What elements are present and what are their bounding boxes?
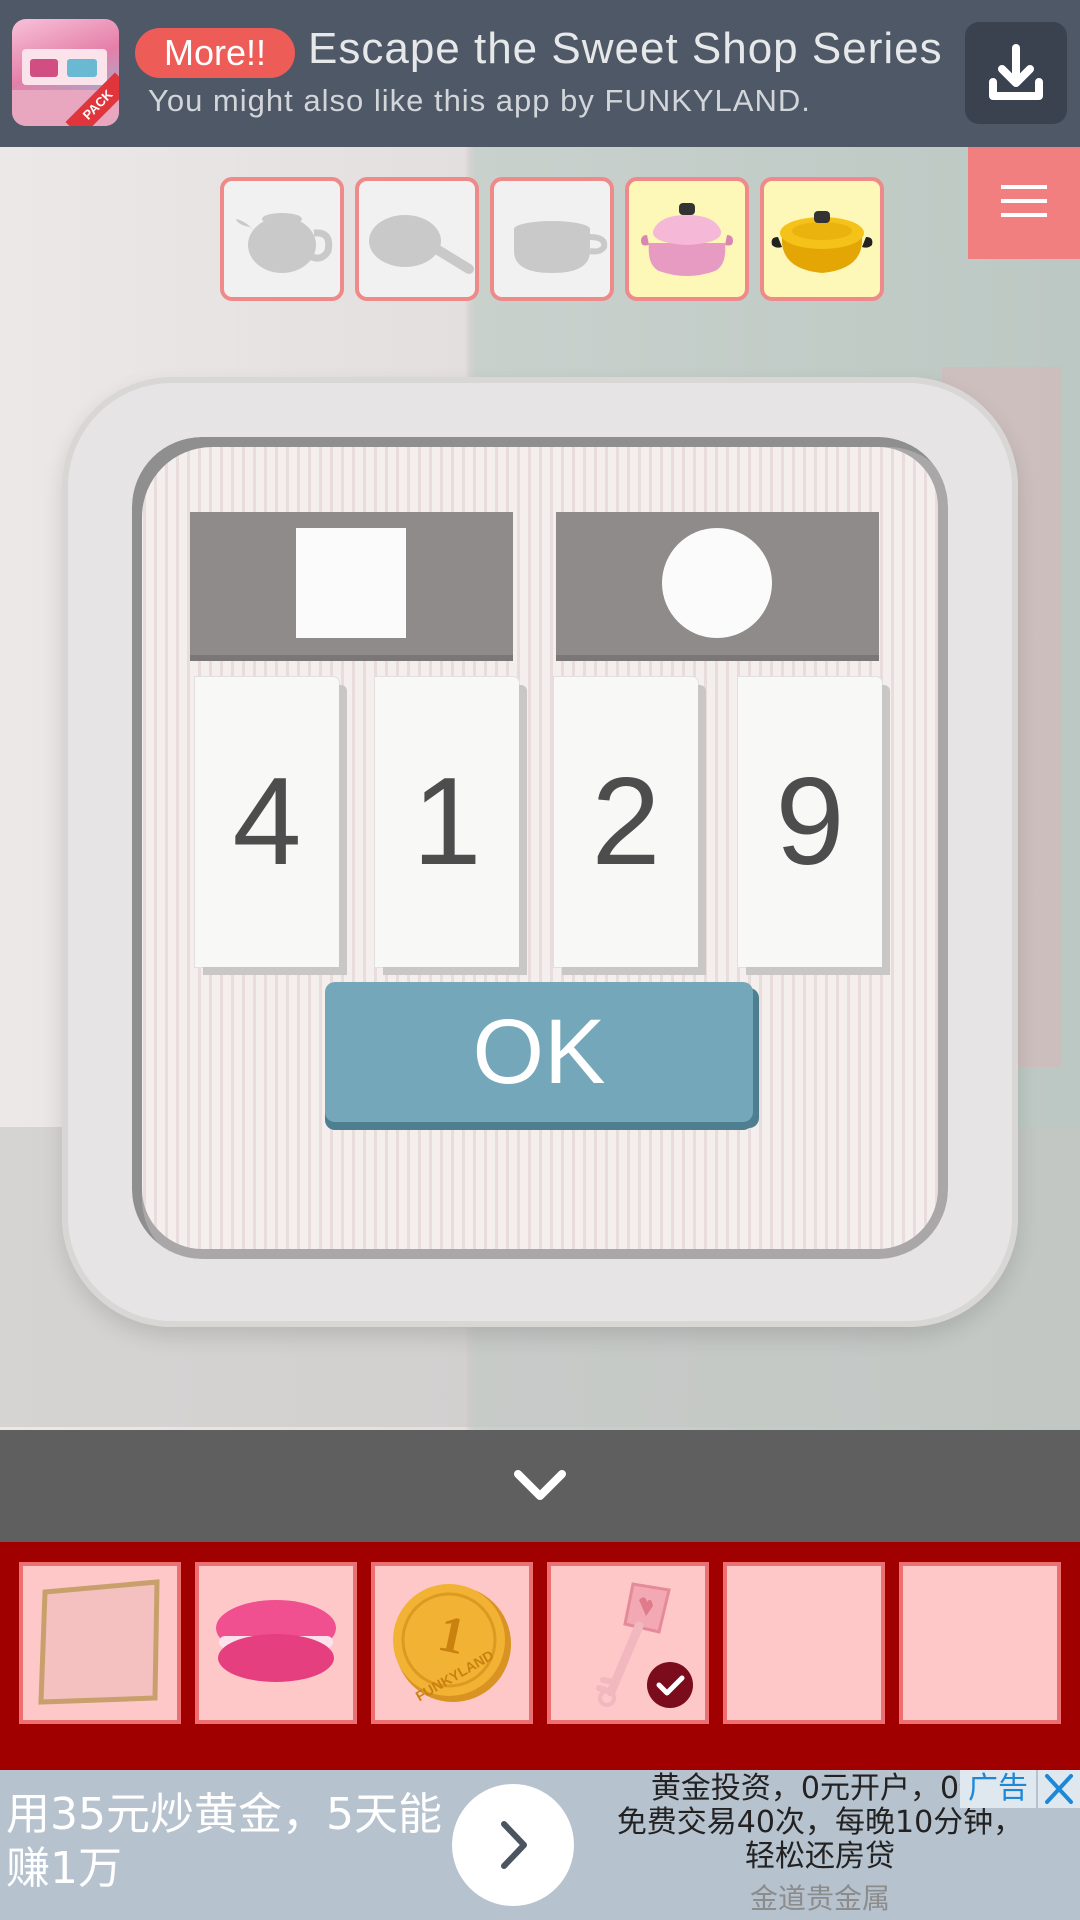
ad-label: 广告 [960, 1770, 1036, 1808]
digit-dial-1[interactable]: 4 [195, 677, 339, 967]
pink-flower-pot-icon [641, 203, 733, 276]
teapot-silhouette-icon [236, 213, 333, 273]
download-button[interactable] [965, 22, 1067, 124]
frying-pan-silhouette-icon [369, 215, 474, 274]
ok-button[interactable]: OK [325, 982, 753, 1122]
pot-silhouette-icon [514, 221, 608, 273]
pink-macaron-icon [216, 1600, 336, 1682]
top-item-slot-frying-pan[interactable] [355, 177, 479, 301]
back-bar[interactable] [0, 1430, 1080, 1542]
ad-body-line-3: 轻松还房贷 [745, 1839, 895, 1874]
chevron-down-icon [514, 1470, 566, 1500]
inventory-slot-macaron[interactable] [195, 1562, 357, 1724]
promo-app-thumbnail[interactable]: PACK [12, 19, 119, 126]
lock-panel: 4 1 2 9 OK [132, 437, 948, 1259]
menu-button[interactable] [968, 147, 1080, 259]
digit-dial-4[interactable]: 9 [738, 677, 882, 967]
symbol-box-right [556, 512, 879, 655]
more-badge[interactable]: More!! [135, 28, 295, 78]
yellow-pot-icon [771, 211, 873, 273]
inventory-bar: 1 FUNKYLAND [0, 1542, 1080, 1770]
inventory-slot-frame[interactable] [19, 1562, 181, 1724]
check-badge-icon [647, 1662, 693, 1708]
pink-frame-icon [38, 1579, 160, 1705]
inventory-slot-coin[interactable]: 1 FUNKYLAND [371, 1562, 533, 1724]
top-item-slot-teapot[interactable] [220, 177, 344, 301]
ad-close-button[interactable] [1038, 1770, 1080, 1808]
ad-headline: 用35元炒黄金，5天能赚1万 [6, 1789, 442, 1894]
promo-title: Escape the Sweet Shop Series [308, 24, 943, 73]
close-icon [1045, 1774, 1073, 1804]
gold-coin-icon: 1 FUNKYLAND [393, 1584, 511, 1704]
hamburger-menu-icon [1001, 185, 1047, 217]
chevron-right-icon [501, 1821, 527, 1869]
download-icon [989, 44, 1043, 100]
inventory-slot-empty-6[interactable] [899, 1562, 1061, 1724]
top-item-slot-yellow-pot[interactable] [760, 177, 884, 301]
square-symbol [296, 528, 406, 638]
ad-advertiser: 金道贵金属 [749, 1882, 890, 1915]
symbol-box-left [190, 512, 513, 655]
digit-dial-3[interactable]: 2 [554, 677, 698, 967]
promo-subtitle: You might also like this app by FUNKYLAN… [148, 83, 811, 118]
digit-dial-2[interactable]: 1 [375, 677, 519, 967]
game-scene: 4 1 2 9 OK [0, 147, 1080, 1430]
top-item-slot-pink-pot[interactable] [625, 177, 749, 301]
top-item-slot-pot[interactable] [490, 177, 614, 301]
promo-banner[interactable]: PACK More!! Escape the Sweet Shop Series… [0, 0, 1080, 147]
ad-open-button[interactable] [452, 1784, 574, 1906]
lock-plate: 4 1 2 9 OK [62, 377, 1018, 1327]
ad-banner[interactable]: 用35元炒黄金，5天能赚1万 黄金投资，0元开户，0佣 免费交易40次，每晚10… [0, 1770, 1080, 1920]
ad-body-line-2: 免费交易40次，每晚10分钟， [616, 1805, 1024, 1840]
inventory-slot-empty-5[interactable] [723, 1562, 885, 1724]
inventory-slot-key[interactable] [547, 1562, 709, 1724]
circle-symbol [662, 528, 772, 638]
